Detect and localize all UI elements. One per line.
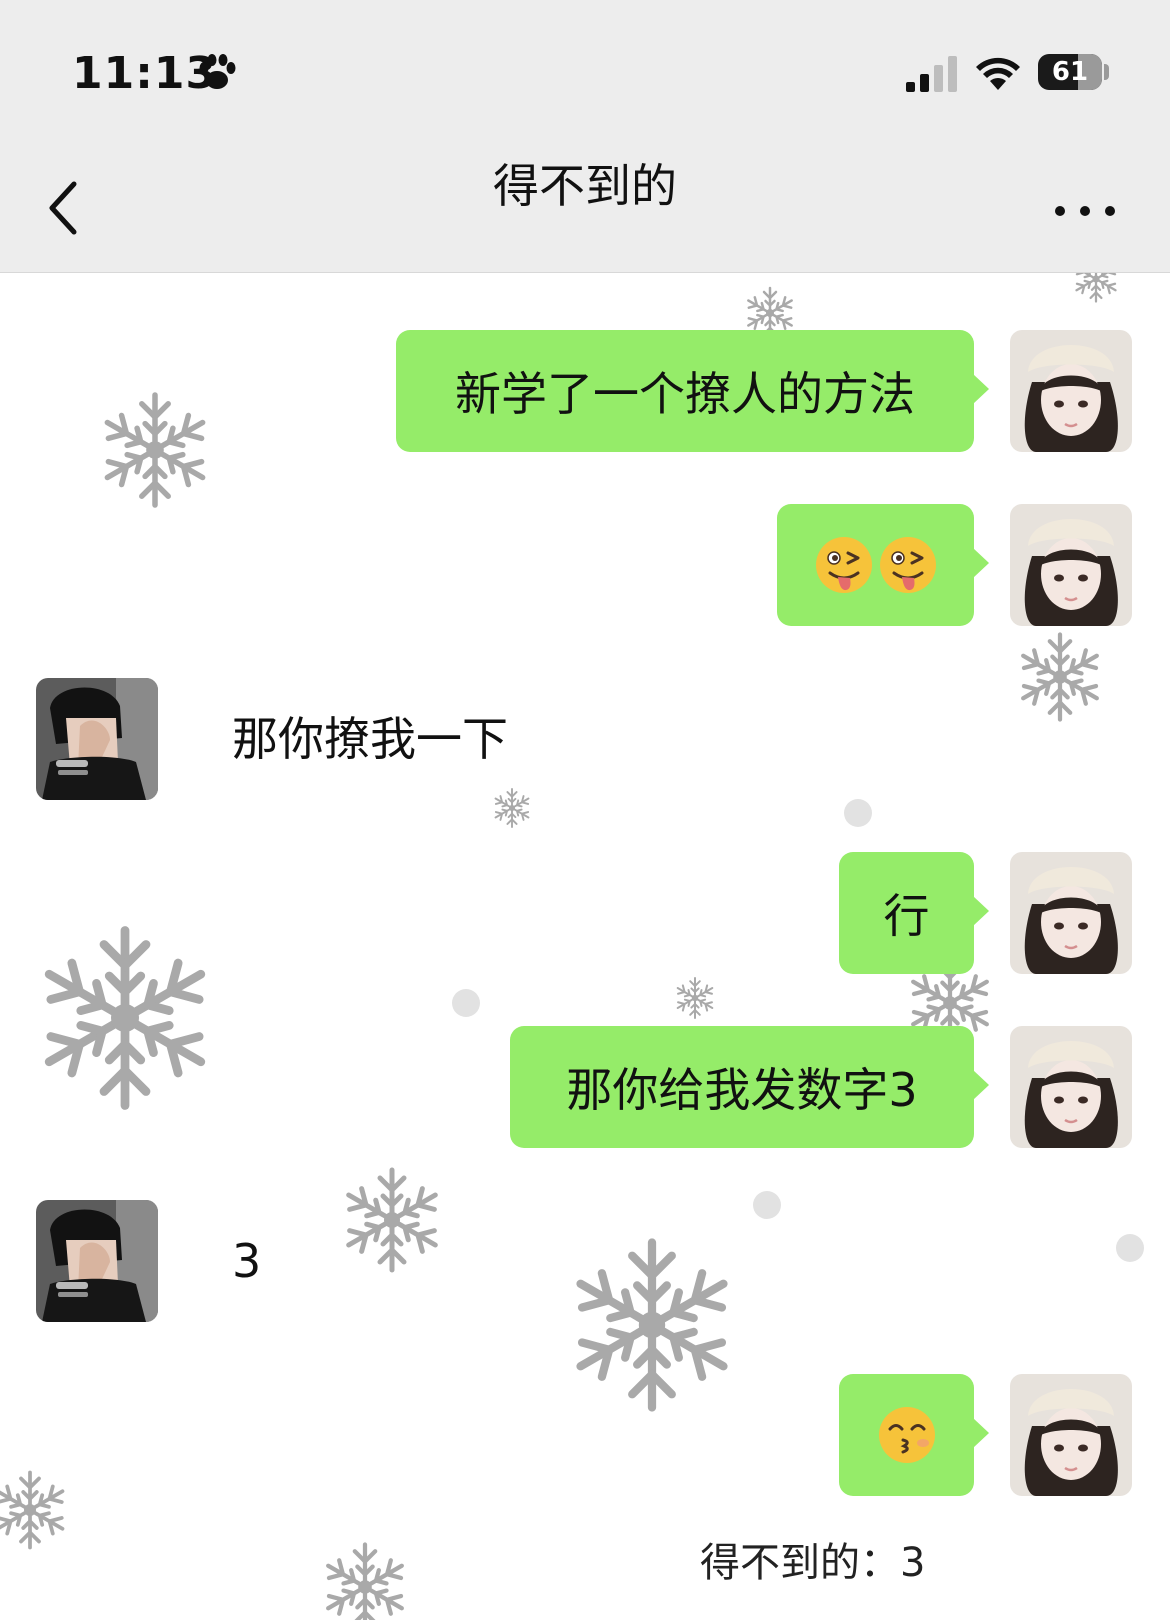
message-area[interactable]: 新学了一个撩人的方法 那你撩我一下 行 那你给我发数字3 3 得不到的：3: [0, 273, 1170, 1620]
battery-indicator: 61: [1038, 54, 1102, 90]
chat-screen: 11:13 61 得不到的 新学了一个撩人的方法 那你撩我一下 行 那你给我发数…: [0, 0, 1170, 1620]
contact-avatar-image: [36, 678, 158, 800]
message-row-outgoing: 那你给我发数字3: [0, 1026, 1170, 1150]
more-options-button[interactable]: [1050, 196, 1120, 226]
my-avatar[interactable]: [1010, 1026, 1132, 1148]
message-text: 那你给我发数字3: [566, 1063, 918, 1117]
message-row-outgoing: [0, 1374, 1170, 1498]
message-text-incoming[interactable]: 那你撩我一下: [232, 678, 508, 800]
wifi-icon: [976, 57, 1020, 90]
contact-avatar[interactable]: [36, 1200, 158, 1322]
contact-avatar[interactable]: [36, 678, 158, 800]
my-avatar[interactable]: [1010, 504, 1132, 626]
message-row-outgoing: 行: [0, 852, 1170, 976]
message-row-incoming: 那你撩我一下: [0, 678, 1170, 802]
winking-tongue-emoji: [879, 537, 936, 593]
quoted-reply[interactable]: 得不到的：3: [700, 1531, 980, 1595]
chat-title: 得不到的: [493, 159, 677, 213]
chat-header: 得不到的: [0, 140, 1170, 273]
paw-icon: [199, 54, 236, 89]
my-avatar-image: [1010, 1026, 1132, 1148]
message-row-outgoing: 新学了一个撩人的方法: [0, 330, 1170, 454]
message-bubble-outgoing[interactable]: 行: [839, 852, 989, 974]
message-list: 新学了一个撩人的方法 那你撩我一下 行 那你给我发数字3 3 得不到的：3: [0, 273, 1170, 1620]
my-avatar-image: [1010, 504, 1132, 626]
message-text-incoming[interactable]: 3: [232, 1200, 261, 1322]
cellular-signal-icon: [906, 56, 957, 92]
my-avatar-image: [1010, 852, 1132, 974]
my-avatar-image: [1010, 1374, 1132, 1496]
message-row-incoming: 3: [0, 1200, 1170, 1324]
message-bubble-outgoing[interactable]: 新学了一个撩人的方法: [396, 330, 989, 452]
message-text: 行: [883, 889, 930, 943]
message-bubble-outgoing[interactable]: 那你给我发数字3: [510, 1026, 989, 1148]
status-bar: 11:13 61: [0, 0, 1170, 140]
contact-avatar-image: [36, 1200, 158, 1322]
my-avatar[interactable]: [1010, 330, 1132, 452]
winking-tongue-emoji: [815, 537, 872, 593]
message-row-outgoing: [0, 504, 1170, 628]
message-bubble-outgoing[interactable]: [839, 1374, 989, 1496]
my-avatar-image: [1010, 330, 1132, 452]
battery-level-text: 61: [1051, 57, 1089, 87]
my-avatar[interactable]: [1010, 852, 1132, 974]
kissing-emoji: [878, 1407, 935, 1463]
message-bubble-outgoing[interactable]: [777, 504, 989, 626]
my-avatar[interactable]: [1010, 1374, 1132, 1496]
message-text: 新学了一个撩人的方法: [455, 367, 915, 421]
battery-cap: [1104, 64, 1109, 80]
